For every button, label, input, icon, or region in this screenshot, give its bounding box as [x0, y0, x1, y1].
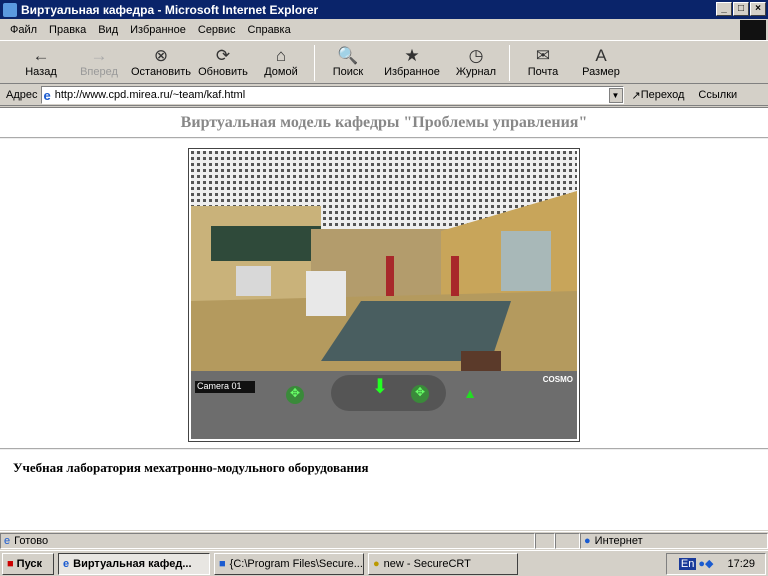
status-text: Готово: [14, 534, 49, 547]
rotate-button[interactable]: ✥: [411, 385, 429, 403]
mail-button[interactable]: ✉ Почта: [514, 42, 572, 78]
camera-selector[interactable]: Camera 01: [195, 381, 255, 393]
toolbar-separator: [314, 45, 315, 81]
home-button[interactable]: ⌂ Домой: [252, 42, 310, 78]
forward-label: Вперед: [80, 66, 118, 78]
task-label: Виртуальная кафед...: [73, 557, 192, 570]
favorites-icon: ★: [404, 46, 420, 65]
refresh-label: Обновить: [198, 66, 248, 78]
move-forward-icon[interactable]: ⬇: [369, 374, 391, 398]
stop-button[interactable]: ⊗ Остановить: [128, 42, 194, 78]
page-heading: Виртуальная модель кафедры "Проблемы упр…: [180, 114, 588, 131]
back-button[interactable]: ← Назад: [12, 42, 70, 78]
forward-icon: →: [90, 46, 108, 65]
pan-button[interactable]: ✥: [286, 386, 304, 404]
window-title: Виртуальная кафедра - Microsoft Internet…: [21, 2, 319, 17]
zone-text: Интернет: [594, 534, 643, 547]
go-arrow-icon: ↗: [631, 89, 641, 102]
search-button[interactable]: 🔍 Поиск: [319, 42, 377, 78]
status-panel: [555, 532, 580, 549]
vrml-viewer[interactable]: Camera 01 ✥ ⬇ ✥ ▲ COSMO: [188, 148, 580, 442]
task-ie[interactable]: e Виртуальная кафед...: [58, 552, 210, 575]
menu-file[interactable]: Файл: [10, 24, 37, 36]
globe-icon: ●: [584, 534, 591, 547]
toolbar: ← Назад → Вперед ⊗ Остановить ⟳ Обновить ⌂ До…: [0, 42, 768, 84]
ie-icon: e: [63, 557, 70, 570]
toolbar-separator: [509, 45, 510, 81]
links-button[interactable]: Ссылки: [698, 89, 737, 101]
image-caption: Учебная лаборатория мехатронно-модульног…: [13, 460, 369, 475]
address-label: Адрес: [6, 89, 38, 101]
home-label: Домой: [264, 66, 298, 78]
task-securecrt[interactable]: ● new - SecureCRT: [368, 552, 518, 575]
back-label: Назад: [25, 66, 57, 78]
size-button[interactable]: A Размер: [572, 42, 630, 78]
page-content: Виртуальная модель кафедры "Проблемы упр…: [0, 107, 768, 530]
address-bar: Адрес e http://www.cpd.mirea.ru/~team/ka…: [0, 85, 768, 106]
mail-label: Почта: [527, 66, 559, 78]
go-button[interactable]: Переход: [641, 89, 685, 101]
divider: [0, 137, 768, 139]
favorites-label: Избранное: [384, 66, 440, 78]
stop-label: Остановить: [130, 66, 192, 78]
home-icon: ⌂: [275, 46, 287, 65]
page-icon: e: [4, 534, 11, 547]
system-tray: En ●◆ 17:29: [666, 552, 766, 575]
search-label: Поиск: [332, 66, 364, 78]
size-label: Размер: [582, 66, 620, 78]
menu-edit[interactable]: Правка: [49, 24, 86, 36]
address-dropdown[interactable]: ▼: [608, 87, 623, 103]
favorites-button[interactable]: ★ Избранное: [377, 42, 447, 78]
refresh-button[interactable]: ⟳ Обновить: [194, 42, 252, 78]
status-text-panel: e Готово: [0, 532, 535, 549]
windows-flag-icon: ■: [7, 557, 14, 570]
task-label: new - SecureCRT: [383, 557, 471, 570]
task-explorer[interactable]: ■ {C:\Program Files\Secure...: [214, 552, 364, 575]
menu-tools[interactable]: Сервис: [198, 24, 236, 36]
viewer-controls: Camera 01 ✥ ⬇ ✥ ▲ COSMO: [191, 371, 577, 439]
maximize-button[interactable]: □: [733, 2, 749, 16]
start-button[interactable]: ■ Пуск: [2, 552, 54, 575]
lab-scene-image: [191, 151, 577, 371]
title-bar: Виртуальная кафедра - Microsoft Internet…: [0, 0, 768, 19]
mail-icon: ✉: [535, 46, 551, 65]
menu-help[interactable]: Справка: [248, 24, 291, 36]
history-label: Журнал: [455, 66, 497, 78]
tilt-button[interactable]: ▲: [461, 385, 479, 403]
divider: [0, 448, 768, 450]
ie-icon: [3, 2, 17, 17]
windows-logo-icon: [740, 20, 766, 40]
search-icon: 🔍: [337, 46, 359, 65]
address-url[interactable]: http://www.cpd.mirea.ru/~team/kaf.html: [55, 89, 245, 101]
menu-bar: Файл Правка Вид Избранное Сервис Справка: [0, 19, 768, 41]
language-indicator[interactable]: En: [678, 557, 697, 570]
page-icon: e: [43, 87, 51, 103]
network-icon[interactable]: ●◆: [698, 557, 713, 570]
3d-lab-scene[interactable]: [191, 151, 577, 371]
address-input[interactable]: e http://www.cpd.mirea.ru/~team/kaf.html…: [40, 86, 624, 104]
securecrt-icon: ●: [373, 557, 380, 570]
close-button[interactable]: ×: [750, 2, 766, 16]
forward-button[interactable]: → Вперед: [70, 42, 128, 78]
taskbar: ■ Пуск e Виртуальная кафед... ■ {C:\Program…: [0, 550, 768, 576]
status-panel: [535, 532, 555, 549]
menu-favorites[interactable]: Избранное: [130, 24, 186, 36]
task-label: {C:\Program Files\Secure...: [229, 557, 363, 570]
cosmo-logo: COSMO: [542, 375, 573, 384]
folder-icon: ■: [219, 557, 226, 570]
font-size-icon: A: [595, 46, 607, 65]
back-icon: ←: [32, 46, 50, 65]
zone-panel: ● Интернет: [580, 532, 768, 549]
menu-view[interactable]: Вид: [98, 24, 118, 36]
history-icon: ◷: [468, 46, 484, 65]
status-bar: e Готово ● Интернет: [0, 531, 768, 549]
clock[interactable]: 17:29: [727, 558, 755, 570]
start-label: Пуск: [16, 557, 43, 570]
refresh-icon: ⟳: [215, 46, 231, 65]
stop-icon: ⊗: [153, 46, 169, 65]
history-button[interactable]: ◷ Журнал: [447, 42, 505, 78]
minimize-button[interactable]: _: [716, 2, 732, 16]
